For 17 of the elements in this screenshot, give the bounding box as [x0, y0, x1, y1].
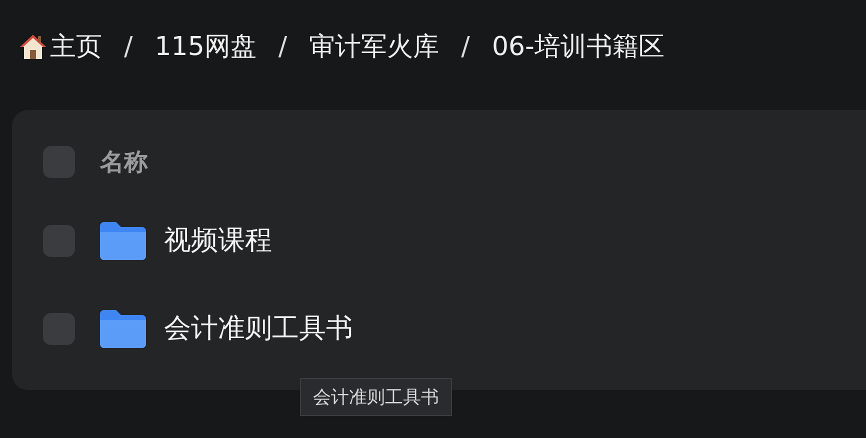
breadcrumb-separator: /: [461, 30, 470, 64]
house-icon: [18, 32, 48, 62]
folder-icon: [100, 222, 146, 260]
folder-icon: [100, 310, 146, 348]
breadcrumb-separator: /: [124, 30, 133, 64]
breadcrumb-link[interactable]: 115网盘: [154, 28, 256, 66]
folder-name[interactable]: 视频课程: [164, 220, 272, 262]
tooltip: 会计准则工具书: [300, 378, 452, 416]
column-header: 名称: [100, 147, 148, 178]
folder-name[interactable]: 会计准则工具书: [164, 308, 353, 350]
checkbox[interactable]: [43, 313, 75, 345]
breadcrumb-separator: /: [278, 30, 288, 64]
breadcrumb-link[interactable]: 审计军火库: [309, 28, 440, 66]
checkbox[interactable]: [43, 225, 75, 257]
breadcrumb-link[interactable]: 主页: [50, 28, 102, 66]
breadcrumb-link[interactable]: 06-培训书籍区: [492, 28, 664, 66]
checkbox[interactable]: [43, 146, 75, 178]
